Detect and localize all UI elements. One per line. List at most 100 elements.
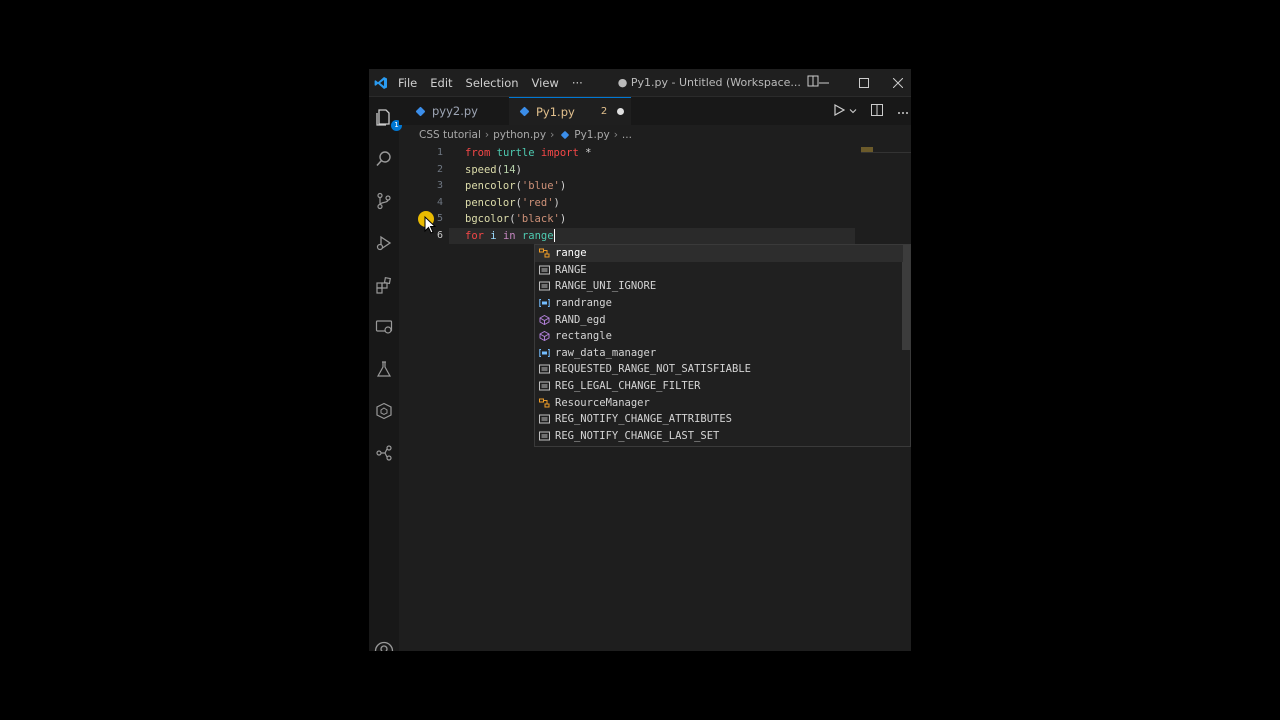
code-token: ) (553, 196, 560, 209)
breadcrumb-item[interactable]: CSS tutorial (419, 129, 481, 141)
remote-explorer-icon[interactable] (374, 317, 394, 337)
split-editor-icon[interactable] (871, 103, 883, 119)
constant-icon (538, 414, 550, 424)
breadcrumb-item[interactable]: Py1.py (574, 129, 609, 141)
suggestion-label: RANGE_UNI_IGNORE (555, 280, 657, 293)
code-token: pencolor (465, 180, 516, 193)
code-line[interactable]: from turtle import * (465, 145, 591, 162)
tab-label: Py1.py (536, 104, 575, 119)
minimap[interactable] (861, 145, 911, 165)
code-line[interactable]: bgcolor('black') (465, 211, 591, 228)
line-number: 2 (436, 163, 443, 175)
code-token: speed (465, 163, 497, 176)
code-token: in (502, 229, 516, 242)
code-token: * (578, 147, 592, 159)
vscode-window: File Edit Selection View ··· ● Py1.py - … (369, 69, 911, 651)
unsaved-dot-icon[interactable] (617, 108, 625, 115)
variable-icon (538, 348, 550, 358)
code-token: ) (559, 213, 567, 226)
text-cursor (553, 229, 555, 243)
explorer-icon[interactable]: 1 (374, 107, 402, 131)
accounts-icon[interactable] (374, 641, 394, 651)
python-file-icon (519, 106, 530, 117)
suggestion-item[interactable]: RANGE_UNI_IGNORE (535, 278, 903, 295)
constant-icon (538, 265, 550, 275)
suggestion-label: REG_NOTIFY_CHANGE_LAST_SET (555, 429, 720, 442)
menu-selection[interactable]: Selection (466, 76, 519, 90)
testing-icon[interactable] (374, 359, 394, 379)
python-file-icon (415, 106, 426, 116)
suggestion-label: range (555, 247, 587, 260)
code-token: 'blue' (521, 180, 560, 193)
menu-edit[interactable]: Edit (430, 76, 452, 90)
suggestion-item[interactable]: REG_NOTIFY_CHANGE_ATTRIBUTES (535, 411, 903, 428)
extensions-icon[interactable] (374, 275, 394, 295)
suggestion-item[interactable]: REG_NOTIFY_CHANGE_LAST_SET (535, 428, 903, 445)
suggestion-item[interactable]: raw_data_manager (535, 345, 903, 362)
suggestion-label: RANGE (555, 263, 587, 276)
suggestion-item[interactable]: rectangle (535, 328, 903, 345)
suggestion-item[interactable]: randrange (535, 295, 903, 312)
minimize-button[interactable] (804, 69, 844, 96)
chevron-down-icon[interactable] (849, 104, 857, 118)
constant-icon (538, 381, 550, 391)
suggestion-item[interactable]: RANGE (535, 262, 903, 279)
search-icon[interactable] (374, 149, 394, 169)
chevron-right-icon: › (613, 129, 618, 141)
python-file-icon (561, 130, 570, 140)
code-token: 'red' (521, 196, 554, 209)
class-icon (538, 248, 550, 258)
vscode-logo-icon (372, 74, 390, 92)
mouse-pointer-icon (416, 209, 438, 241)
suggestion-label: randrange (555, 297, 612, 310)
run-debug-icon[interactable] (374, 233, 394, 253)
containers-icon[interactable] (374, 401, 394, 421)
method-icon (538, 331, 550, 342)
code-token: from (465, 147, 491, 159)
code-line[interactable]: pencolor('blue') (465, 178, 591, 195)
title-bar: File Edit Selection View ··· ● Py1.py - … (369, 69, 911, 97)
run-file-icon[interactable] (833, 103, 846, 119)
constant-icon (538, 281, 550, 291)
activity-bar: 1 (369, 97, 402, 651)
git-graph-icon[interactable] (374, 443, 394, 463)
tab-py1[interactable]: Py1.py 2 (509, 97, 631, 125)
close-button[interactable] (884, 69, 911, 96)
method-icon (538, 314, 550, 325)
code-token: for (465, 229, 484, 242)
suggestion-item[interactable]: ResourceManager (535, 394, 903, 411)
variable-icon (538, 298, 550, 308)
chevron-right-icon: › (550, 129, 555, 141)
line-number: 3 (436, 180, 443, 192)
source-control-icon[interactable] (374, 191, 394, 211)
suggestion-label: REG_NOTIFY_CHANGE_ATTRIBUTES (555, 413, 733, 426)
breadcrumb-item[interactable]: ... (622, 129, 632, 141)
menu-file[interactable]: File (398, 76, 417, 90)
menu-view[interactable]: View (532, 76, 559, 90)
constant-icon (538, 431, 550, 441)
suggestion-label: ResourceManager (555, 396, 650, 409)
suggestion-label: REQUESTED_RANGE_NOT_SATISFIABLE (555, 363, 751, 376)
suggestion-scrollbar[interactable] (902, 245, 910, 350)
breadcrumb: CSS tutorial › python.py › Py1.py › ... (419, 127, 632, 143)
code-line[interactable]: pencolor('red') (465, 195, 591, 212)
menu-more[interactable]: ··· (572, 76, 583, 90)
more-actions-icon[interactable] (897, 104, 909, 118)
tab-pyy2[interactable]: pyy2.py (405, 97, 505, 125)
code-editor[interactable]: from turtle import * speed(14) pencolor('b… (465, 145, 591, 245)
code-token: ) (515, 163, 522, 176)
class-icon (538, 398, 550, 408)
tabs-bar: pyy2.py Py1.py 2 (399, 97, 911, 125)
breadcrumb-item[interactable]: python.py (493, 129, 546, 141)
problems-count: 2 (600, 106, 608, 117)
chevron-right-icon: › (484, 129, 490, 141)
code-line[interactable]: speed(14) (465, 162, 591, 179)
suggestion-item[interactable]: REQUESTED_RANGE_NOT_SATISFIABLE (535, 361, 903, 378)
suggestion-item[interactable]: RAND_egd (535, 311, 903, 328)
maximize-button[interactable] (844, 69, 884, 96)
suggestion-widget: range RANGE RANGE_UNI_IGNORE randrange RAND_… (534, 244, 911, 447)
suggestion-item[interactable]: range (535, 245, 903, 262)
code-line[interactable]: for i in range (465, 228, 591, 245)
suggestion-label: rectangle (555, 330, 612, 343)
suggestion-item[interactable]: REG_LEGAL_CHANGE_FILTER (535, 378, 903, 395)
